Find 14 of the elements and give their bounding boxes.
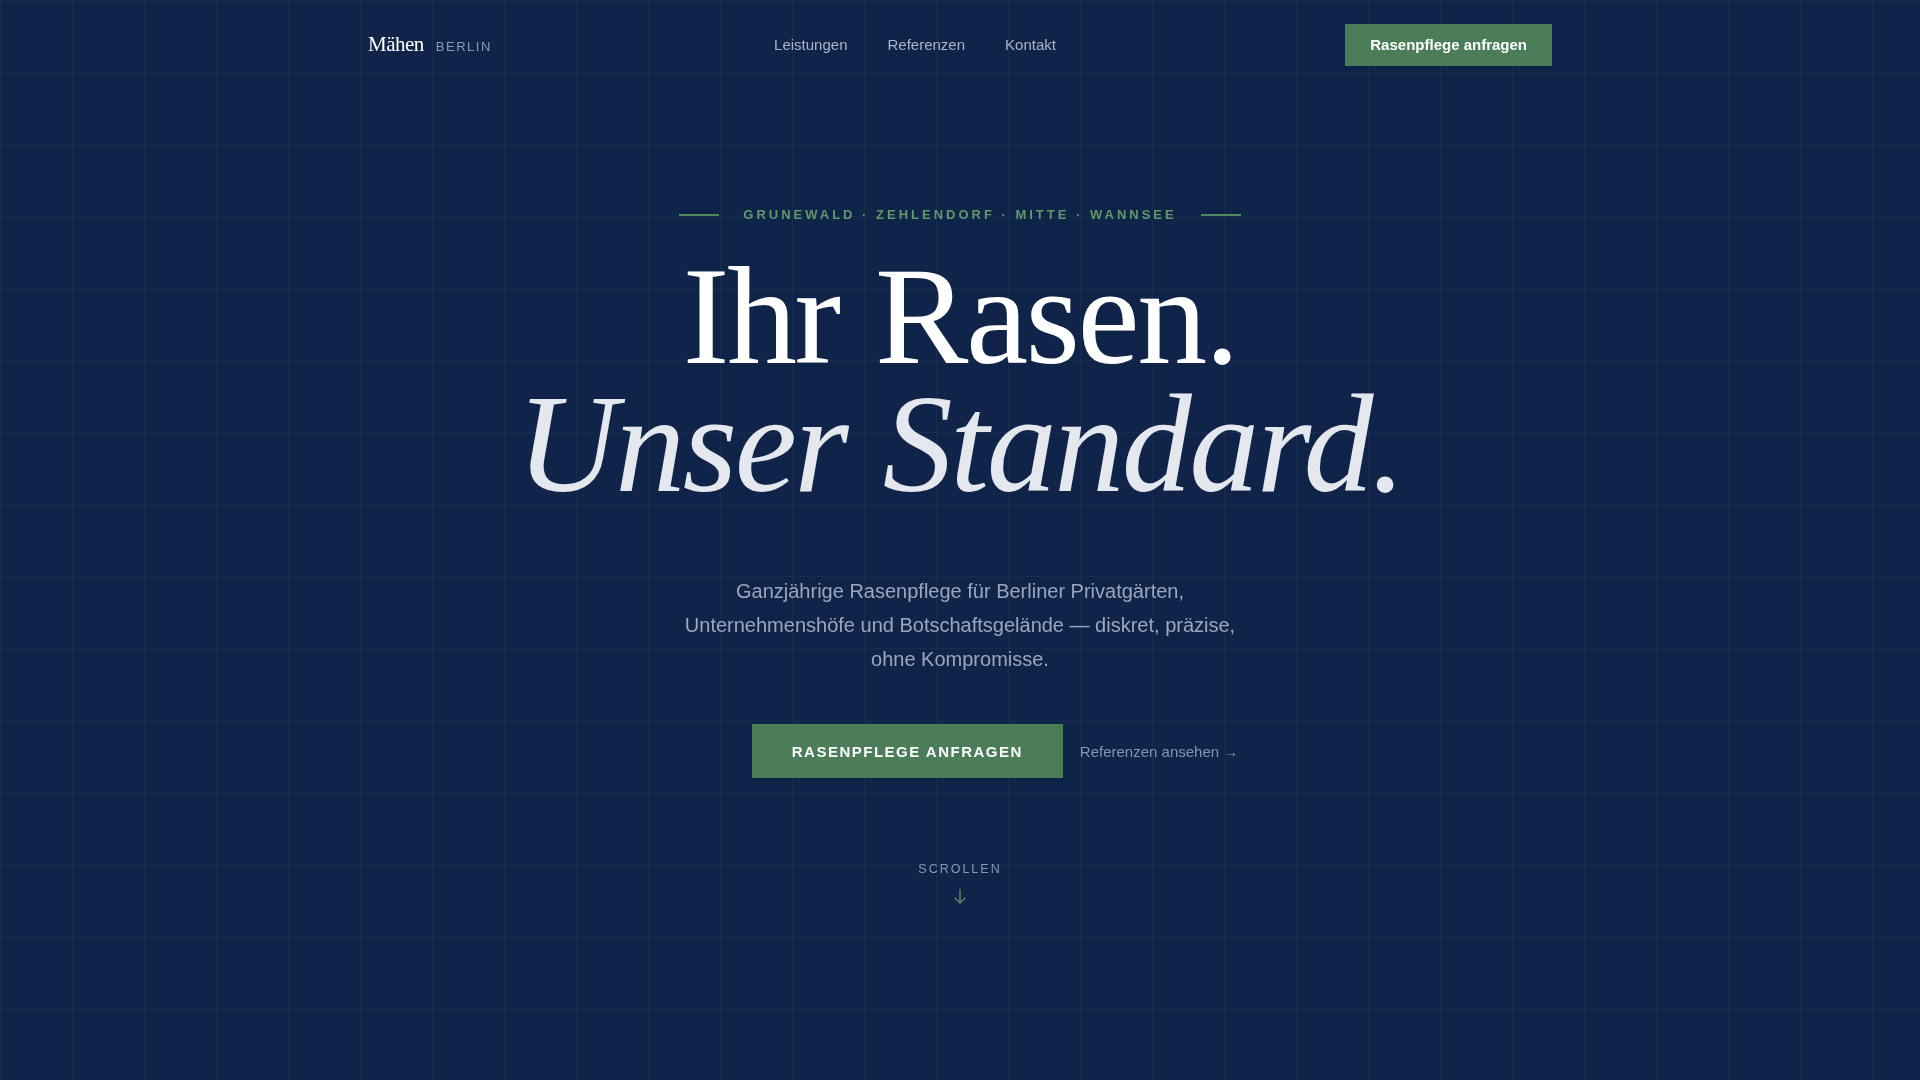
nav-link[interactable]: Leistungen xyxy=(774,36,848,53)
down-arrow-icon xyxy=(953,888,967,904)
nav-link[interactable]: Kontakt xyxy=(1005,36,1056,53)
hero-description: Ganzjährige Rasenpflege für Berliner Privatgärten, Unternehmenshöfe und Botschaftsgelände — diskret, präzise, ohne Kompromisse. xyxy=(683,579,1237,672)
nav-link[interactable]: Referenzen xyxy=(887,36,966,53)
logo-suffix: BERLIN xyxy=(435,39,492,54)
request-button[interactable]: Rasenpflege anfragen xyxy=(1345,23,1552,66)
hero-subheading: Unser Standard. xyxy=(515,380,1405,508)
logo[interactable]: Mähen xyxy=(368,32,424,57)
references-link[interactable]: Referenzen ansehen → xyxy=(1079,742,1239,760)
request-button[interactable]: RASENPFLEGE ANFRAGEN xyxy=(751,724,1063,778)
hero-heading: Ihr Rasen. xyxy=(681,252,1239,380)
scroll-label: SCROLLEN xyxy=(918,862,1002,876)
district-list: GRUNEWALD · ZEHLENDORF · MITTE · WANNSEE xyxy=(743,207,1177,222)
